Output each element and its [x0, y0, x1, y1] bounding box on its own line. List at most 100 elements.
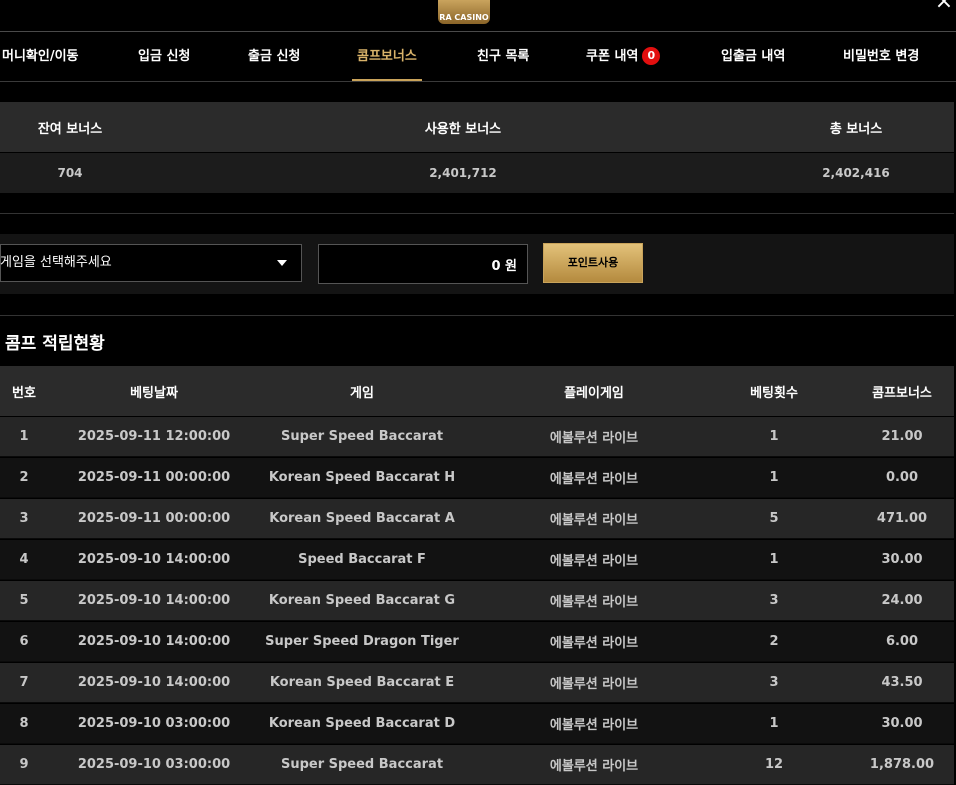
tab-label: 출금 신청	[248, 49, 301, 64]
row-bet-count: 3	[769, 675, 779, 690]
row-number: 1	[19, 429, 29, 444]
table-row: 9 2025-09-10 03:00:00 Super Speed Baccarat…	[0, 745, 954, 785]
row-play-game: 에볼루션 라이브	[549, 513, 639, 528]
remaining-bonus-header: 잔여 보너스	[37, 121, 103, 137]
tab-coupon-history[interactable]: 쿠폰 내역 0	[586, 32, 661, 81]
row-play-game: 에볼루션 라이브	[549, 472, 639, 487]
tab-transaction-history[interactable]: 입출금 내역	[721, 32, 785, 81]
col-bet-date: 베팅날짜	[130, 385, 178, 401]
row-bet-date: 2025-09-10 03:00:00	[77, 757, 231, 772]
row-game: Korean Speed Baccarat A	[269, 511, 455, 526]
tab-deposit[interactable]: 입금 신청	[138, 32, 190, 81]
row-game: Super Speed Dragon Tiger	[265, 634, 459, 649]
table-row: 6 2025-09-10 14:00:00 Super Speed Dragon T…	[0, 622, 954, 662]
tab-label: 쿠폰 내역	[586, 49, 639, 64]
col-comp-bonus: 콤프보너스	[872, 385, 932, 401]
row-bet-count: 1	[769, 552, 779, 567]
row-comp-bonus: 21.00	[881, 429, 923, 444]
game-select[interactable]: 게임을 선택해주세요	[0, 244, 302, 282]
row-bet-date: 2025-09-10 03:00:00	[77, 716, 231, 731]
row-game: Korean Speed Baccarat H	[268, 470, 456, 485]
row-bet-count: 3	[769, 593, 779, 608]
row-bet-count: 12	[764, 757, 784, 772]
row-game: Super Speed Baccarat	[280, 429, 444, 444]
row-comp-bonus: 30.00	[881, 552, 923, 567]
comp-table-header: 번호 베팅날짜 게임 플레이게임 베팅횟수 콤프보너스	[0, 366, 954, 416]
row-play-game: 에볼루션 라이브	[549, 431, 639, 446]
row-play-game: 에볼루션 라이브	[549, 759, 639, 774]
row-bet-date: 2025-09-10 14:00:00	[77, 552, 231, 567]
casino-logo: RA CASINO	[438, 0, 490, 24]
row-comp-bonus: 471.00	[876, 511, 928, 526]
tab-comp-bonus[interactable]: 콤프보너스	[352, 32, 422, 81]
point-amount-input[interactable]	[318, 244, 528, 284]
row-number: 3	[19, 511, 29, 526]
used-bonus-value: 2,401,712	[429, 166, 497, 180]
tab-label: 친구 목록	[477, 49, 530, 64]
tab-withdraw[interactable]: 출금 신청	[248, 32, 300, 81]
row-bet-date: 2025-09-10 14:00:00	[77, 634, 231, 649]
table-row: 8 2025-09-10 03:00:00 Korean Speed Baccara…	[0, 704, 954, 744]
table-row: 4 2025-09-10 14:00:00 Speed Baccarat F 에볼루션…	[0, 540, 954, 580]
total-bonus-value: 2,402,416	[822, 166, 890, 180]
table-row: 5 2025-09-10 14:00:00 Korean Speed Baccara…	[0, 581, 954, 621]
row-bet-date: 2025-09-11 00:00:00	[77, 511, 231, 526]
row-bet-date: 2025-09-11 00:00:00	[77, 470, 231, 485]
close-icon[interactable]: ×	[932, 0, 956, 14]
row-bet-count: 2	[769, 634, 779, 649]
coupon-count-badge: 0	[642, 46, 661, 65]
col-play-game: 플레이게임	[564, 385, 624, 401]
game-select-value: 게임을 선택해주세요	[0, 255, 112, 270]
row-bet-date: 2025-09-11 12:00:00	[77, 429, 231, 444]
tab-change-password[interactable]: 비밀번호 변경	[843, 32, 919, 81]
dropdown-arrow-icon	[277, 260, 287, 266]
tab-label: 입출금 내역	[721, 49, 786, 64]
row-number: 2	[19, 470, 29, 485]
bonus-summary-header: 잔여 보너스 사용한 보너스 총 보너스	[0, 102, 954, 152]
row-bet-date: 2025-09-10 14:00:00	[77, 675, 231, 690]
row-game: Speed Baccarat F	[298, 552, 426, 567]
row-number: 9	[19, 757, 29, 772]
col-game: 게임	[350, 385, 374, 401]
tab-divider	[0, 81, 956, 82]
table-row: 7 2025-09-10 14:00:00 Korean Speed Baccara…	[0, 663, 954, 703]
bonus-summary-values: 704 2,401,712 2,402,416	[0, 153, 954, 193]
section-title: 콤프 적립현황	[0, 332, 105, 356]
col-number: 번호	[12, 385, 36, 401]
row-play-game: 에볼루션 라이브	[549, 595, 639, 610]
row-bet-count: 1	[769, 470, 779, 485]
remaining-bonus-value: 704	[57, 166, 83, 180]
row-number: 5	[19, 593, 29, 608]
section-divider	[0, 315, 954, 316]
tab-friend-list[interactable]: 친구 목록	[477, 32, 529, 81]
tab-label: 입금 신청	[138, 49, 191, 64]
row-comp-bonus: 43.50	[881, 675, 923, 690]
row-comp-bonus: 6.00	[885, 634, 919, 649]
row-play-game: 에볼루션 라이브	[549, 636, 639, 651]
row-bet-count: 1	[769, 716, 779, 731]
section-divider	[0, 213, 954, 214]
logo-text: RA CASINO	[439, 13, 489, 22]
col-bet-count: 베팅횟수	[750, 385, 798, 401]
use-points-button[interactable]: 포인트사용	[543, 243, 643, 283]
tab-money-transfer[interactable]: 머니확인/이동	[2, 32, 79, 81]
table-row: 3 2025-09-11 00:00:00 Korean Speed Baccara…	[0, 499, 954, 539]
row-number: 8	[19, 716, 29, 731]
table-row: 1 2025-09-11 12:00:00 Super Speed Baccarat…	[0, 417, 954, 457]
row-number: 6	[19, 634, 29, 649]
tab-label: 머니확인/이동	[2, 49, 79, 64]
table-row: 2 2025-09-11 00:00:00 Korean Speed Baccara…	[0, 458, 954, 498]
row-number: 7	[19, 675, 29, 690]
row-comp-bonus: 0.00	[885, 470, 919, 485]
row-bet-count: 1	[769, 429, 779, 444]
row-comp-bonus: 1,878.00	[869, 757, 935, 772]
row-game: Korean Speed Baccarat E	[269, 675, 455, 690]
tab-label: 비밀번호 변경	[843, 49, 920, 64]
total-bonus-header: 총 보너스	[829, 121, 883, 137]
row-play-game: 에볼루션 라이브	[549, 718, 639, 733]
tab-bar: 머니확인/이동 입금 신청 출금 신청 콤프보너스 친구 목록 쿠폰 내역 0 입…	[0, 32, 956, 81]
row-number: 4	[19, 552, 29, 567]
row-bet-date: 2025-09-10 14:00:00	[77, 593, 231, 608]
used-bonus-header: 사용한 보너스	[424, 121, 502, 137]
row-game: Korean Speed Baccarat D	[268, 716, 456, 731]
